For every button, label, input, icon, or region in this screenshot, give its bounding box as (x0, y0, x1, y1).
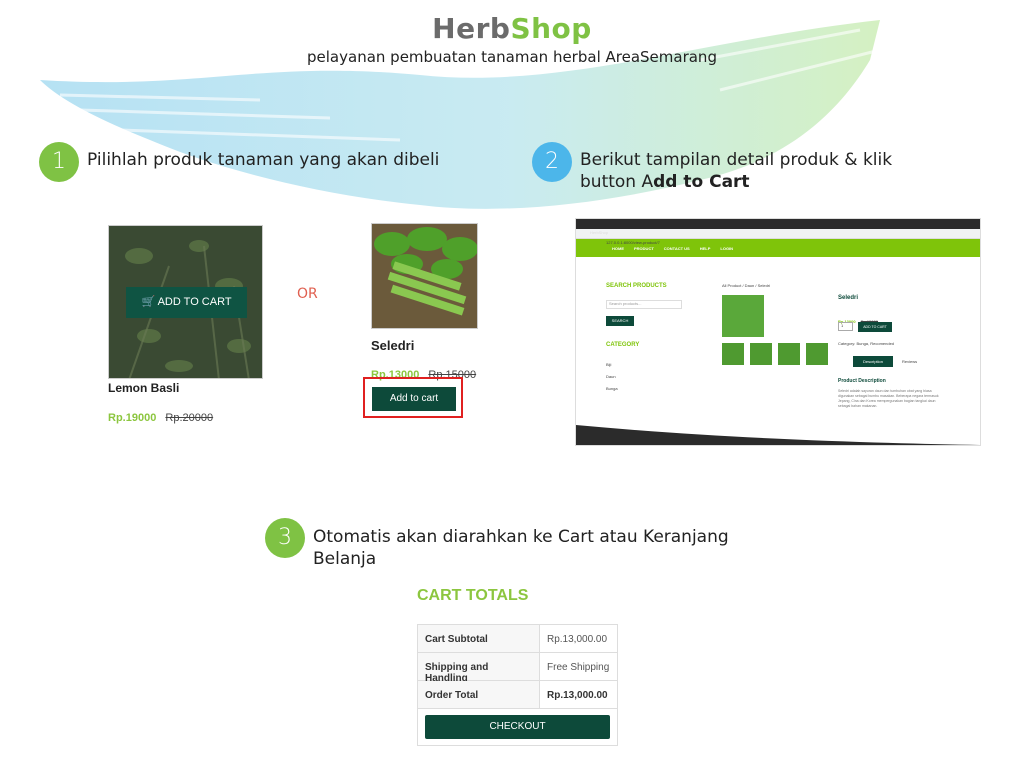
category-title: CATEGORY (606, 342, 640, 348)
nav-product[interactable]: PRODUCT (634, 246, 654, 251)
row-label: Order Total (418, 681, 540, 708)
row-value: Rp.13,000.00 (547, 634, 608, 645)
cart-totals-title: CART TOTALS (417, 587, 529, 604)
overlay-add-to-cart-button[interactable]: 🛒 ADD TO CART (126, 287, 247, 318)
thumb-image[interactable] (750, 343, 772, 365)
tab-reviews[interactable]: Reviews (902, 359, 917, 364)
nav-home[interactable]: HOME (612, 246, 624, 251)
product-detail-screenshot: HerbShop 127.0.0.1:8000/view-product/7 H… (575, 218, 981, 446)
brand-part-1: Herb (432, 12, 511, 45)
search-products-title: SEARCH PRODUCTS (606, 283, 667, 289)
product-1-price: Rp.19000 (108, 412, 157, 424)
cart-icon: 🛒 (141, 296, 156, 308)
celery-image (372, 224, 477, 328)
step-3-text: Otomatis akan diarahkan ke Cart atau Ker… (313, 526, 793, 570)
seledri-image (371, 223, 478, 329)
step-2-badge: 2 (532, 142, 572, 182)
footer-wave (576, 425, 980, 445)
browser-tab-bar: HerbShop (576, 219, 980, 235)
step-2-line-2: button Add to Cart (580, 171, 1000, 193)
add-to-cart-button[interactable]: Add to cart (372, 387, 456, 411)
table-row: Shipping and Handling Free Shipping (418, 653, 617, 684)
detail-add-to-cart-button[interactable]: ADD TO CART (858, 322, 892, 332)
category-item[interactable]: Daun (606, 374, 616, 379)
checkout-button[interactable]: CHECKOUT (425, 715, 610, 739)
detail-product-name: Seledri (838, 295, 859, 301)
product-1-old-price: Rp.20000 (165, 412, 214, 424)
table-row: Cart Subtotal Rp.13,000.00 (418, 625, 617, 653)
checkout-row: CHECKOUT (418, 709, 617, 745)
thumb-image[interactable] (806, 343, 828, 365)
tab-description[interactable]: Description (853, 356, 893, 367)
step-1-badge: 1 (39, 142, 79, 182)
step-3-line-1: Otomatis akan diarahkan ke Cart atau Ker… (313, 527, 729, 547)
step-2-line-1: Berikut tampilan detail produk & klik (580, 150, 893, 170)
row-label: Cart Subtotal (418, 625, 540, 652)
overlay-add-to-cart-label: ADD TO CART (157, 296, 232, 308)
step-2-line-2-plain: button A (580, 172, 654, 192)
product-2-name[interactable]: Seledri (371, 338, 414, 353)
or-separator: OR (297, 286, 318, 302)
product-1-price-row: Rp.19000 Rp.20000 (108, 406, 213, 425)
nav-help[interactable]: HELP (700, 246, 711, 251)
quantity-input[interactable]: 1 (838, 322, 853, 331)
search-input[interactable]: Search products... (606, 300, 682, 309)
category-line: Category: Bunga, Recomended (838, 341, 895, 346)
step-1-text: Pilihlah produk tanaman yang akan dibeli (87, 150, 440, 170)
lemon-basil-image: 🛒 ADD TO CART (108, 225, 263, 379)
step-2-line-2-bold: dd to Cart (653, 172, 750, 192)
nav-contact[interactable]: CONTACT US (664, 246, 690, 251)
row-value: Rp.13,000.00 (547, 690, 608, 701)
table-row: Order Total Rp.13,000.00 (418, 681, 617, 709)
search-button[interactable]: SEARCH (606, 316, 634, 326)
brand-title: HerbShop (0, 12, 1024, 45)
desc-text: Seledri adalah sayuran daun dan tumbuhan… (838, 389, 939, 408)
browser-address-bar: 127.0.0.1:8000/view-product/7 (576, 229, 980, 245)
desc-title: Product Description (838, 378, 886, 384)
step-3-line-2: Belanja (313, 549, 377, 569)
thumb-image[interactable] (778, 343, 800, 365)
main-product-image (722, 295, 764, 337)
step-2-text: Berikut tampilan detail produk & klik bu… (580, 149, 1000, 193)
category-item[interactable]: Bunga (606, 386, 618, 391)
tagline: pelayanan pembuatan tanaman herbal AreaS… (307, 48, 717, 66)
step-3-badge: 3 (265, 518, 305, 558)
row-value: Free Shipping (547, 662, 610, 673)
nav-login[interactable]: LOGIN (720, 246, 733, 251)
category-item[interactable]: Biji (606, 362, 611, 367)
breadcrumb: All Product / Daun / Seledri (722, 283, 771, 288)
thumb-image[interactable] (722, 343, 744, 365)
product-1-name[interactable]: Lemon Basli (108, 381, 179, 395)
cart-totals-table: Cart Subtotal Rp.13,000.00 Shipping and … (417, 624, 618, 746)
brand-part-2: Shop (510, 12, 592, 45)
browser-address: 127.0.0.1:8000/view-product/7 (606, 240, 660, 245)
row-label: Shipping and Handling (418, 653, 540, 684)
